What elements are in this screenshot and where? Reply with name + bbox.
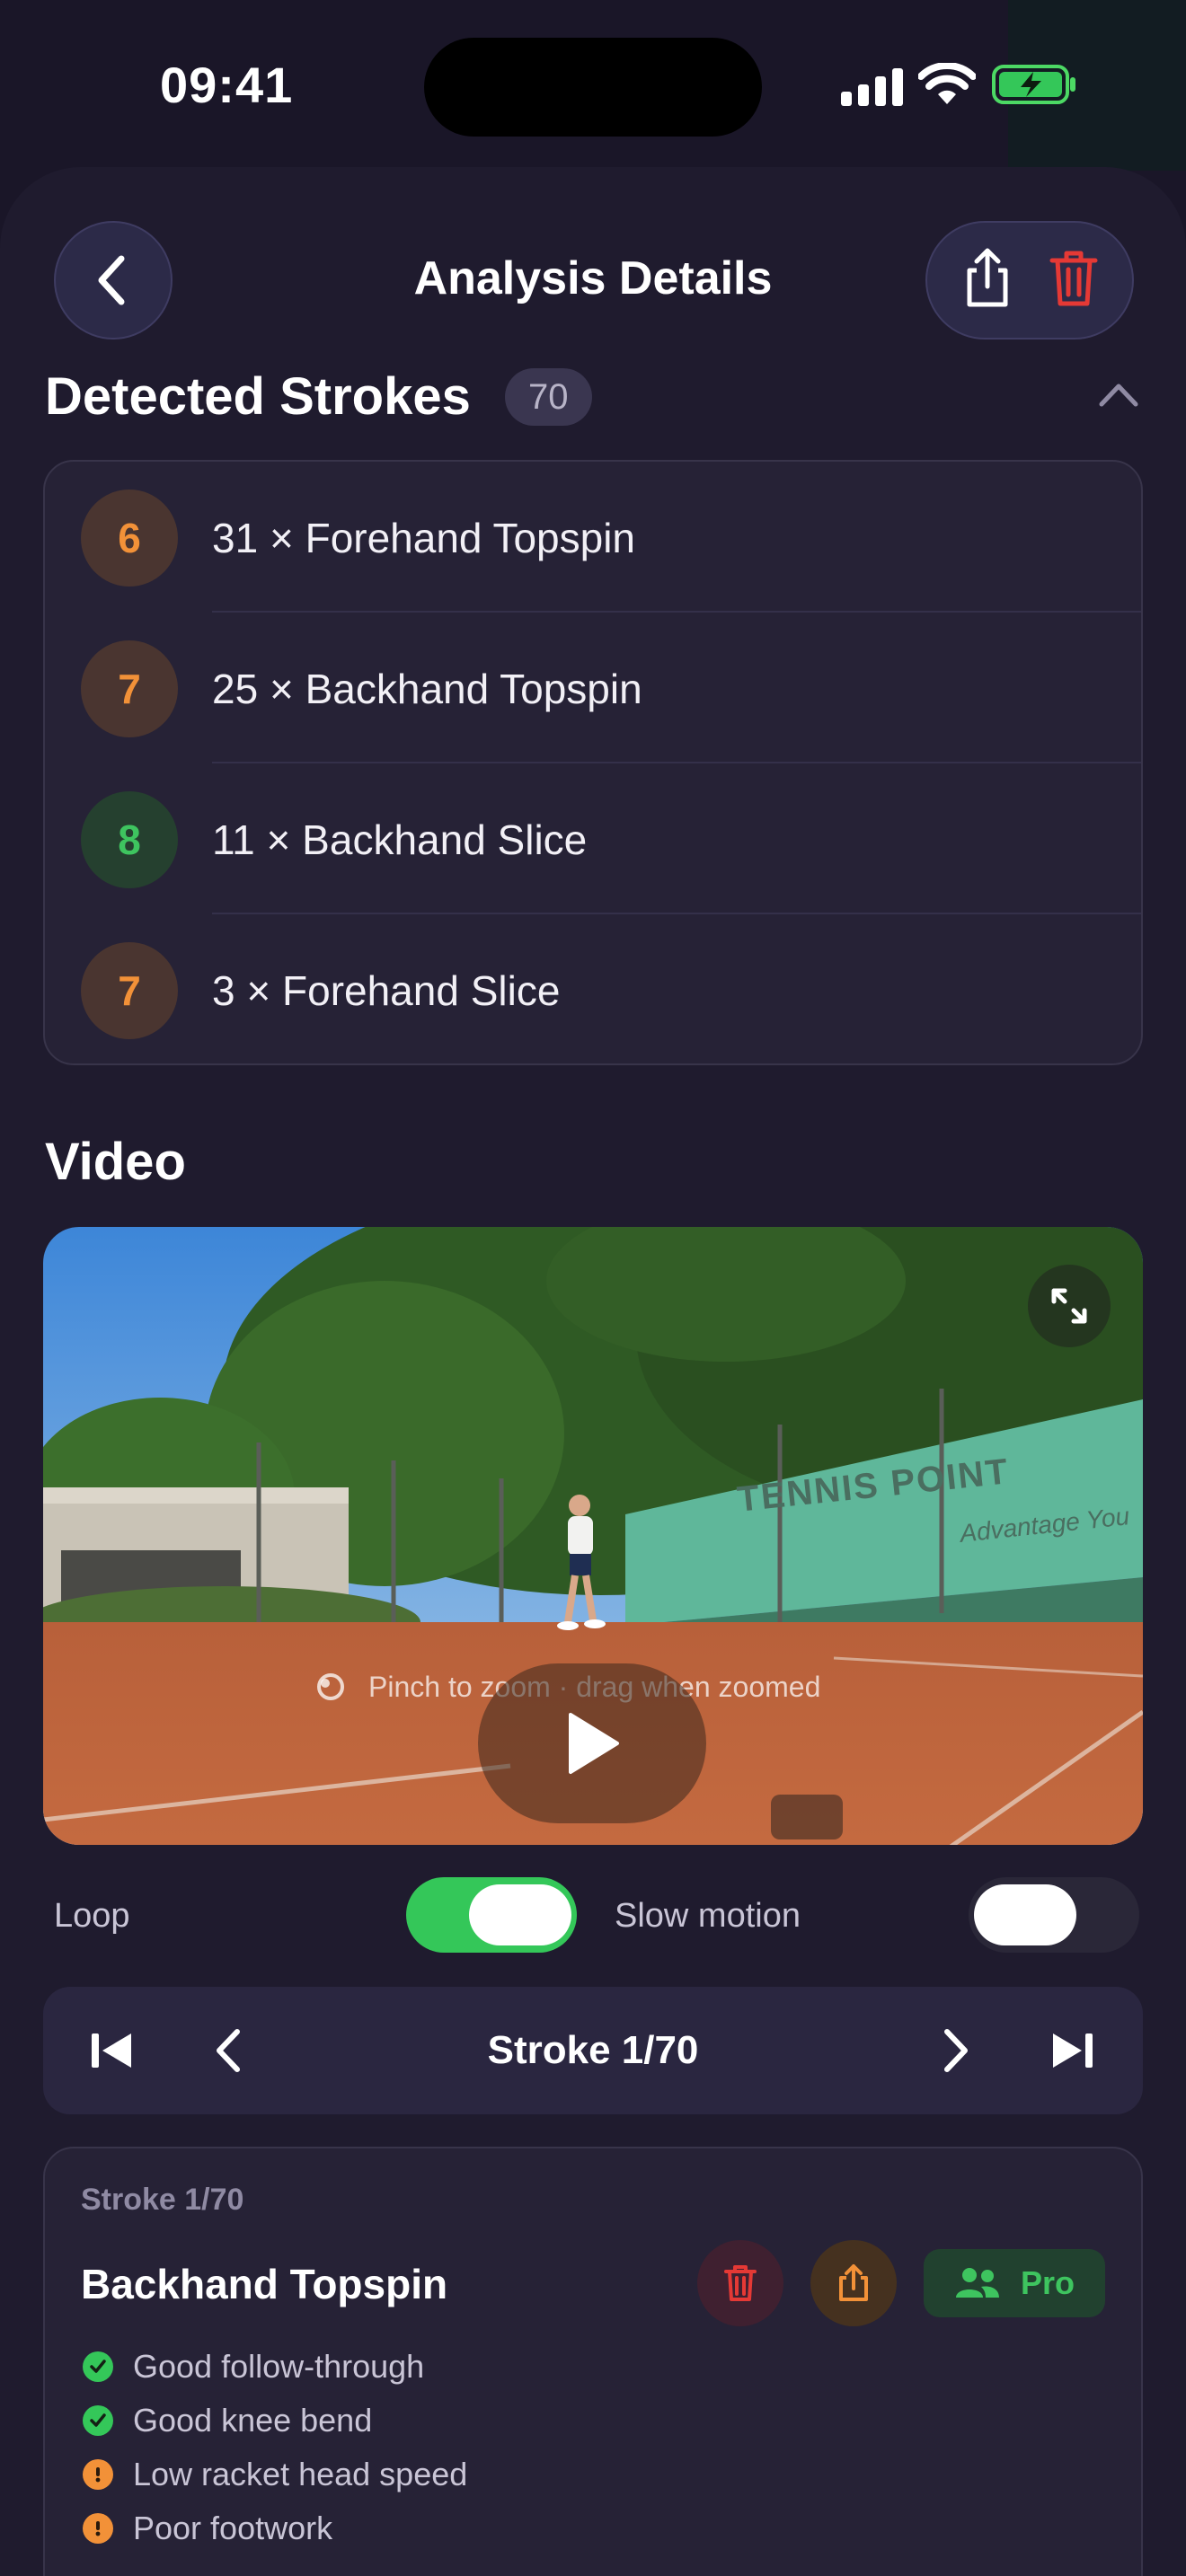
feedback-text: Good follow-through bbox=[133, 2348, 425, 2385]
pinch-icon bbox=[317, 1673, 344, 1700]
stroke-detail-subtitle: Stroke 1/70 bbox=[81, 2183, 244, 2217]
chevron-up-icon bbox=[1099, 384, 1138, 407]
collapse-button[interactable] bbox=[1098, 381, 1139, 412]
video-section-title: Video bbox=[45, 1133, 186, 1191]
feedback-item: Low racket head speed bbox=[83, 2456, 467, 2493]
stroke-position-label: Stroke 1/70 bbox=[487, 2028, 699, 2072]
trash-icon bbox=[1049, 251, 1098, 305]
stroke-count-badge: 70 bbox=[505, 368, 592, 426]
stroke-label: 3 × Forehand Slice bbox=[212, 967, 561, 1014]
fullscreen-button[interactable] bbox=[1028, 1265, 1111, 1347]
feedback-text: Good knee bend bbox=[133, 2402, 373, 2439]
cellular-signal-icon bbox=[841, 66, 904, 110]
dynamic-island bbox=[424, 38, 762, 137]
people-icon bbox=[955, 2268, 999, 2298]
share-stroke-button[interactable] bbox=[810, 2240, 897, 2326]
grade-badge: 8 bbox=[81, 791, 178, 888]
skip-forward-icon bbox=[1053, 2033, 1093, 2068]
checkmark-icon bbox=[83, 2351, 113, 2382]
warning-icon bbox=[83, 2459, 113, 2490]
stroke-label: 31 × Forehand Topspin bbox=[212, 515, 636, 561]
chevron-right-icon bbox=[944, 2029, 968, 2072]
pro-label: Pro bbox=[1020, 2264, 1075, 2301]
next-stroke-button[interactable] bbox=[940, 2026, 972, 2079]
battery-charging-icon bbox=[992, 63, 1078, 110]
list-item[interactable]: 8 11 × Backhand Slice bbox=[45, 763, 1141, 914]
grade-badge: 7 bbox=[81, 942, 178, 1039]
list-item[interactable]: 7 3 × Forehand Slice bbox=[45, 914, 1141, 1065]
status-time: 09:41 bbox=[160, 57, 294, 113]
last-stroke-button[interactable] bbox=[1049, 2030, 1094, 2076]
wifi-icon bbox=[917, 62, 977, 110]
slow-motion-label: Slow motion bbox=[615, 1897, 801, 1935]
feedback-item: Poor footwork bbox=[83, 2510, 332, 2547]
grade-badge: 7 bbox=[81, 640, 178, 737]
warning-icon bbox=[83, 2513, 113, 2544]
play-button[interactable] bbox=[478, 1663, 706, 1823]
stroke-label: 25 × Backhand Topspin bbox=[212, 666, 642, 712]
checkmark-icon bbox=[83, 2405, 113, 2436]
share-icon bbox=[967, 248, 1008, 306]
feedback-text: Poor footwork bbox=[133, 2510, 333, 2546]
grade-badge: 6 bbox=[81, 490, 178, 587]
expand-icon bbox=[1051, 1288, 1087, 1324]
stroke-label: 11 × Backhand Slice bbox=[212, 816, 588, 863]
detected-strokes-title: Detected Strokes bbox=[45, 367, 471, 426]
trash-icon bbox=[724, 2265, 757, 2301]
pro-compare-button[interactable]: Pro bbox=[924, 2249, 1105, 2317]
loop-toggle[interactable] bbox=[406, 1877, 577, 1953]
toggle-knob bbox=[469, 1884, 571, 1945]
share-button[interactable] bbox=[960, 247, 1014, 314]
list-item[interactable]: 7 25 × Backhand Topspin bbox=[45, 613, 1141, 763]
toggle-knob bbox=[974, 1884, 1076, 1945]
delete-stroke-button[interactable] bbox=[697, 2240, 783, 2326]
feedback-text: Low racket head speed bbox=[133, 2456, 468, 2492]
stroke-detail-title: Backhand Topspin bbox=[81, 2261, 448, 2307]
list-item[interactable]: 6 31 × Forehand Topspin bbox=[45, 462, 1141, 613]
delete-button[interactable] bbox=[1049, 248, 1099, 313]
loop-label: Loop bbox=[54, 1897, 130, 1935]
slow-motion-toggle[interactable] bbox=[969, 1877, 1139, 1953]
feedback-item: Good follow-through bbox=[83, 2348, 424, 2386]
play-icon bbox=[569, 1713, 619, 1774]
share-icon bbox=[839, 2264, 868, 2301]
feedback-item: Good knee bend bbox=[83, 2402, 372, 2439]
header-actions bbox=[925, 221, 1134, 340]
strokes-list: 6 31 × Forehand Topspin 7 25 × Backhand … bbox=[43, 460, 1143, 1065]
